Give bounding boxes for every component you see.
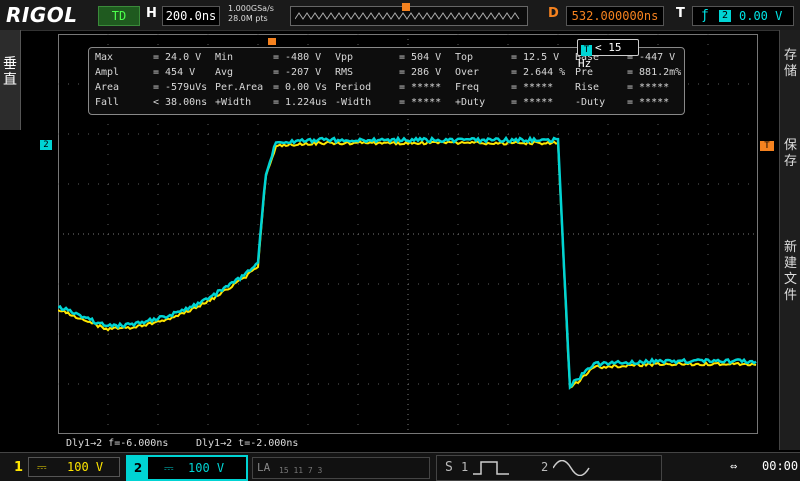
delay-readout-fall: Dly1→2 f=-6.000ns xyxy=(66,438,168,449)
meas-name: Fall xyxy=(95,96,119,109)
meas-name: Area xyxy=(95,81,119,94)
memory-depth: 28.0M pts xyxy=(228,14,274,24)
brand-logo: RIGOL xyxy=(6,3,78,27)
source-label: S xyxy=(445,460,453,475)
trigger-label: T xyxy=(676,6,685,21)
meas-name: Vpp xyxy=(335,51,353,64)
trigger-source-badge: 2 xyxy=(719,10,731,22)
ch1-settings[interactable]: ⎓ 100 V xyxy=(28,457,120,477)
meas-value: = -480 V xyxy=(273,51,321,64)
ch2-offset-marker[interactable]: 2 xyxy=(40,140,52,150)
la-label: LA xyxy=(257,461,270,474)
vertical-menu-label: 垂直 xyxy=(0,56,20,88)
trigger-position-marker xyxy=(402,3,410,11)
frequency-counter[interactable]: T < 15 Hz xyxy=(577,39,639,56)
meas-value: = 454 V xyxy=(153,66,195,79)
run-status-badge[interactable]: TD xyxy=(98,6,140,26)
vertical-menu-tab[interactable]: 垂直 xyxy=(0,30,21,130)
meas-value: = ***** xyxy=(627,96,669,109)
meas-name: +Duty xyxy=(455,96,485,109)
meas-name: Per.Area xyxy=(215,81,263,94)
meas-value: = 504 V xyxy=(399,51,441,64)
sine-wave-icon xyxy=(553,460,591,476)
meas-name: Top xyxy=(455,51,473,64)
meas-value: = 12.5 V xyxy=(511,51,559,64)
counter-source-badge: T xyxy=(581,45,592,56)
memory-waveform-preview xyxy=(295,11,521,21)
meas-name: Ampl xyxy=(95,66,119,79)
meas-name: Rise xyxy=(575,81,599,94)
meas-name: Period xyxy=(335,81,371,94)
meas-name: -Duty xyxy=(575,96,605,109)
right-softkey-menu: 存储 保存 新建文件 xyxy=(779,30,800,450)
softkey-storage[interactable]: 存储 xyxy=(780,48,800,80)
ch2-label: 2 xyxy=(128,457,148,479)
delay-readout-rise: Dly1→2 t=-2.000ns xyxy=(196,438,298,449)
usb-icon: ⇔ xyxy=(730,459,737,473)
meas-value: = ***** xyxy=(511,81,553,94)
measurement-panel[interactable]: Max = 24.0 V Min = -480 V Vpp = 504 V Top = 12.… xyxy=(88,47,685,115)
top-status-bar: RIGOL TD H 200.0ns 1.000GSa/s 28.0M pts … xyxy=(0,0,800,31)
meas-value: = 24.0 V xyxy=(153,51,201,64)
meas-name: Min xyxy=(215,51,233,64)
acquisition-info: 1.000GSa/s 28.0M pts xyxy=(228,4,274,24)
dc-coupling-icon: ⎓ xyxy=(37,458,47,476)
meas-name: Avg xyxy=(215,66,233,79)
horizontal-trigger-marker xyxy=(268,38,276,45)
dc-coupling-icon: ⎓ xyxy=(164,457,174,479)
meas-name: Max xyxy=(95,51,113,64)
meas-value: = ***** xyxy=(399,96,441,109)
la-channels: 15 11 7 3 xyxy=(279,466,322,475)
meas-value: = 881.2m% xyxy=(627,66,681,79)
meas-name: +Width xyxy=(215,96,251,109)
trigger-settings[interactable]: ƒ 2 0.00 V xyxy=(692,6,794,26)
ch2-settings[interactable]: 2 ⎓ 100 V xyxy=(126,455,248,481)
delay-value-1: =-6.000ns xyxy=(114,438,168,449)
meas-value: = 286 V xyxy=(399,66,441,79)
source2-label: 2 xyxy=(541,460,548,474)
meas-value: = ***** xyxy=(627,81,669,94)
meas-value: = ***** xyxy=(511,96,553,109)
softkey-new-file[interactable]: 新建文件 xyxy=(780,240,800,304)
timebase-readout[interactable]: 200.0ns xyxy=(162,6,220,26)
sample-rate: 1.000GSa/s xyxy=(228,4,274,14)
meas-name: RMS xyxy=(335,66,353,79)
delay-value-2: =-2.000ns xyxy=(244,438,298,449)
logic-analyzer-status[interactable]: LA 15 11 7 3 xyxy=(252,457,430,479)
rising-edge-icon: ƒ xyxy=(701,7,709,25)
meas-name: Over xyxy=(455,66,479,79)
ch1-waveform xyxy=(58,142,756,388)
meas-value: = 1.224us xyxy=(273,96,327,109)
meas-value: < 38.00ns xyxy=(153,96,207,109)
clock: 00:00 xyxy=(762,459,798,473)
source1-label: 1 xyxy=(461,460,468,474)
ch2-waveform xyxy=(58,138,756,387)
meas-value: = 0.00 Vs xyxy=(273,81,327,94)
square-wave-icon xyxy=(473,460,511,476)
trigger-level: 0.00 V xyxy=(739,7,782,25)
meas-value: = -207 V xyxy=(273,66,321,79)
channel-status-bar: 1 ⎓ 100 V 2 ⎓ 100 V LA 15 11 7 3 S 1 2 ⇔… xyxy=(0,452,800,481)
delay-readout[interactable]: 532.000000ns xyxy=(566,6,664,26)
delay-label: D xyxy=(548,6,559,21)
ch1-label[interactable]: 1 xyxy=(14,460,23,475)
ch1-scale: 100 V xyxy=(67,458,103,476)
delay-label-2: Dly1→2 xyxy=(196,438,232,449)
trigger-level-marker[interactable]: T xyxy=(760,141,774,151)
source-status[interactable]: S 1 2 xyxy=(436,455,662,481)
ch2-scale: 100 V xyxy=(188,457,224,479)
meas-value: = 2.644 % xyxy=(511,66,565,79)
softkey-save[interactable]: 保存 xyxy=(780,138,800,170)
horizontal-label: H xyxy=(146,6,157,21)
meas-name: -Width xyxy=(335,96,371,109)
meas-value: = -579uVs xyxy=(153,81,207,94)
meas-value: = ***** xyxy=(399,81,441,94)
meas-name: Freq xyxy=(455,81,479,94)
delay-label-1: Dly1→2 xyxy=(66,438,102,449)
